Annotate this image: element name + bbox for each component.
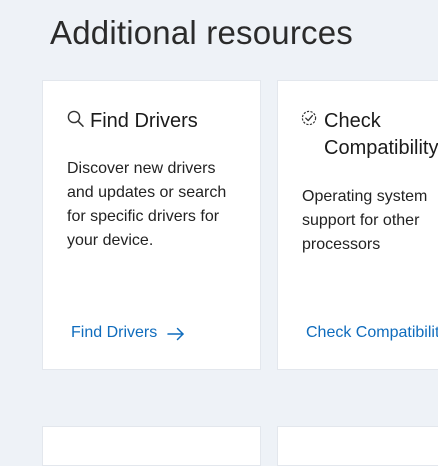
card-description: Operating system support for other proce… [302, 188, 428, 253]
find-drivers-card: Find Drivers Discover new drivers and up… [42, 80, 261, 370]
card-title: Check Compatibility [324, 110, 438, 159]
check-compatibility-link[interactable]: Check Compatibility [306, 322, 438, 344]
search-icon [66, 108, 86, 130]
card-title: Find Drivers [90, 110, 198, 132]
resource-card [277, 426, 438, 466]
section-title: Additional resources [50, 14, 353, 51]
find-drivers-link[interactable]: Find Drivers [71, 322, 185, 344]
card-description: Discover new drivers and updates or sear… [67, 160, 227, 249]
check-compatibility-card: Check Compatibility Operating system sup… [277, 80, 438, 370]
card-header: Check Compatibility [300, 108, 438, 162]
check-circle-icon [300, 108, 320, 130]
arrow-right-icon [167, 326, 185, 341]
card-header: Find Drivers [66, 108, 260, 135]
link-label: Check Compatibility [306, 324, 438, 341]
resource-card [42, 426, 261, 466]
link-label: Find Drivers [71, 324, 158, 341]
